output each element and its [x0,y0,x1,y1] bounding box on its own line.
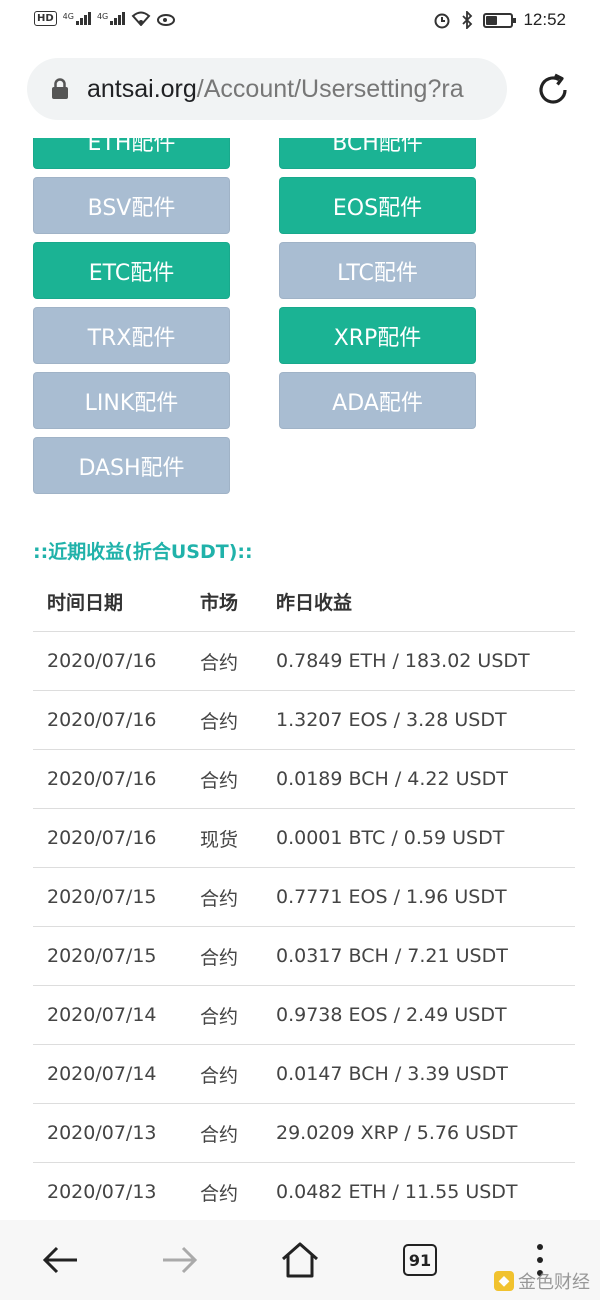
header-earnings: 昨日收益 [276,592,353,614]
cell-market: 合约 [200,1123,239,1146]
reload-icon[interactable] [533,70,573,110]
table-row: 2020/07/16 现货 0.0001 BTC / 0.59 USDT [33,809,575,868]
bluetooth-icon [462,11,473,29]
forward-button[interactable] [158,1238,202,1282]
cell-earnings: 0.0189 BCH / 4.22 USDT [276,768,508,790]
address-bar[interactable]: antsai.org/Account/Usersetting?ra [27,58,507,120]
cell-date: 2020/07/13 [47,1181,157,1203]
wifi-icon [131,11,151,26]
battery-icon [483,12,517,28]
cell-earnings: 0.0001 BTC / 0.59 USDT [276,827,505,849]
cell-date: 2020/07/13 [47,1122,157,1144]
status-right: 12:52 [433,10,566,30]
lock-icon[interactable] [49,78,71,100]
cell-date: 2020/07/15 [47,886,157,908]
cell-earnings: 0.0147 BCH / 3.39 USDT [276,1063,508,1085]
table-header: 时间日期 市场 昨日收益 [33,572,575,632]
home-button[interactable] [278,1238,322,1282]
cell-market: 合约 [200,1064,239,1087]
table-row: 2020/07/14 合约 0.0147 BCH / 3.39 USDT [33,1045,575,1104]
watermark-text: 金色财经 [518,1272,590,1293]
cell-date: 2020/07/16 [47,827,157,849]
browser-toolbar: antsai.org/Account/Usersetting?ra [0,42,600,138]
cell-earnings: 0.7771 EOS / 1.96 USDT [276,886,507,908]
cell-date: 2020/07/14 [47,1004,157,1026]
table-row: 2020/07/14 合约 0.9738 EOS / 2.49 USDT [33,986,575,1045]
plugin-button[interactable]: ADA配件 [279,372,476,429]
status-left: HD 4G 4G [34,10,177,26]
watermark-logo-icon: ◆ [494,1271,514,1291]
plugin-button[interactable]: BSV配件 [33,177,230,234]
plugin-button[interactable]: ETC配件 [33,242,230,299]
cell-market: 合约 [200,887,239,910]
cell-market: 合约 [200,710,239,733]
plugin-button[interactable]: DASH配件 [33,437,230,494]
signal-icon-2: 4G [97,11,126,25]
cell-date: 2020/07/14 [47,1063,157,1085]
cell-date: 2020/07/16 [47,768,157,790]
clock: 12:52 [523,10,566,29]
status-bar: HD 4G 4G 12:52 [0,0,600,42]
cell-earnings: 0.0317 BCH / 7.21 USDT [276,945,508,967]
plugin-button[interactable]: XRP配件 [279,307,476,364]
hd-icon: HD [34,10,57,26]
tabs-button[interactable]: 91 [398,1238,442,1282]
weibo-icon [157,14,176,26]
cell-market: 合约 [200,769,239,792]
table-row: 2020/07/15 合约 0.7771 EOS / 1.96 USDT [33,868,575,927]
cell-date: 2020/07/15 [47,945,157,967]
arrow-right-icon [163,1246,198,1274]
cell-earnings: 0.0482 ETH / 11.55 USDT [276,1181,518,1203]
signal-icon: 4G [63,11,91,25]
cell-earnings: 0.7849 ETH / 183.02 USDT [276,650,530,672]
header-date: 时间日期 [47,592,124,614]
cell-earnings: 0.9738 EOS / 2.49 USDT [276,1004,507,1026]
alarm-icon [434,13,450,29]
plugin-button[interactable]: EOS配件 [279,177,476,234]
table-body: 2020/07/16 合约 0.7849 ETH / 183.02 USDT 2020… [33,632,575,1222]
arrow-left-icon [42,1246,77,1274]
cell-market: 合约 [200,1005,239,1028]
table-row: 2020/07/15 合约 0.0317 BCH / 7.21 USDT [33,927,575,986]
table-row: 2020/07/16 合约 0.7849 ETH / 183.02 USDT [33,632,575,691]
header-market: 市场 [200,592,239,614]
cell-date: 2020/07/16 [47,709,157,731]
cell-market: 合约 [200,651,239,674]
cell-date: 2020/07/16 [47,650,157,672]
table-row: 2020/07/13 合约 29.0209 XRP / 5.76 USDT [33,1104,575,1163]
earnings-title: ::近期收益(折合USDT):: [33,541,253,563]
plugin-button[interactable]: LTC配件 [279,242,476,299]
url-text[interactable]: antsai.org/Account/Usersetting?ra [87,75,464,104]
plugin-button[interactable]: TRX配件 [33,307,230,364]
cell-market: 现货 [200,828,239,851]
table-row: 2020/07/16 合约 0.0189 BCH / 4.22 USDT [33,750,575,809]
watermark: ◆ 金色财经 [494,1268,590,1294]
cell-market: 合约 [200,946,239,969]
cell-market: 合约 [200,1182,239,1205]
cell-earnings: 1.3207 EOS / 3.28 USDT [276,709,507,731]
cell-earnings: 29.0209 XRP / 5.76 USDT [276,1122,518,1144]
table-row: 2020/07/16 合约 1.3207 EOS / 3.28 USDT [33,691,575,750]
back-button[interactable] [38,1238,82,1282]
home-icon [282,1242,318,1278]
bottom-nav: 91 ◆ 金色财经 [0,1220,600,1300]
tab-count: 91 [403,1244,437,1276]
earnings-table: 时间日期 市场 昨日收益 2020/07/16 合约 0.7849 ETH / 18… [33,572,575,1222]
table-row: 2020/07/13 合约 0.0482 ETH / 11.55 USDT [33,1163,575,1222]
plugin-button[interactable]: LINK配件 [33,372,230,429]
